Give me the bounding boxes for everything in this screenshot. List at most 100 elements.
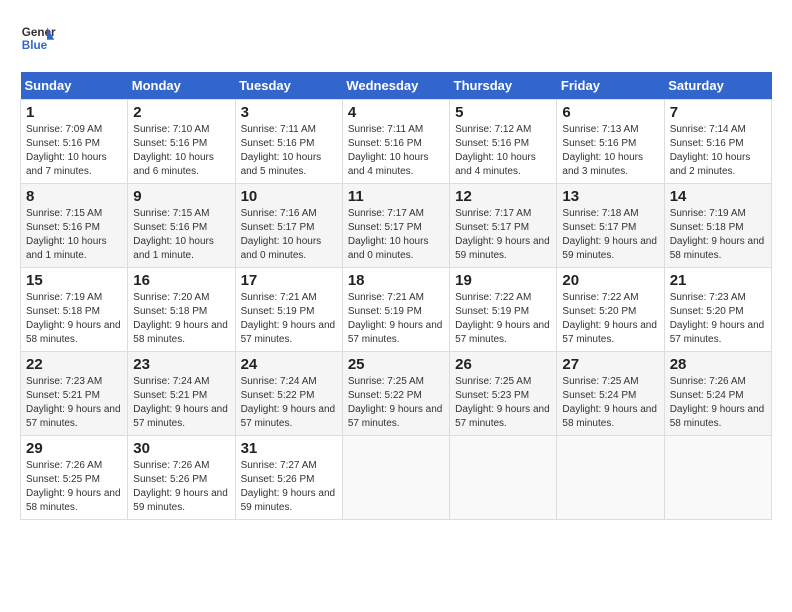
day-details: Sunrise: 7:14 AMSunset: 5:16 PMDaylight:… [670,123,766,179]
calendar-row: 15Sunrise: 7:19 AMSunset: 5:18 PMDayligh… [21,268,772,352]
day-details: Sunrise: 7:22 AMSunset: 5:20 PMDaylight:… [562,291,658,347]
day-cell-10: 10 Sunrise: 7:16 AMSunset: 5:17 PMDayligh… [235,184,342,268]
day-cell-28: 28 Sunrise: 7:26 AMSunset: 5:24 PMDayligh… [664,352,771,436]
day-details: Sunrise: 7:19 AMSunset: 5:18 PMDaylight:… [670,207,766,263]
svg-text:Blue: Blue [22,39,48,52]
day-number: 7 [670,104,766,121]
weekday-header-sunday: Sunday [21,72,128,100]
day-cell-5: 5 Sunrise: 7:12 AMSunset: 5:16 PMDaylight… [450,100,557,184]
day-cell-27: 27 Sunrise: 7:25 AMSunset: 5:24 PMDayligh… [557,352,664,436]
day-cell-20: 20 Sunrise: 7:22 AMSunset: 5:20 PMDayligh… [557,268,664,352]
day-number: 11 [348,188,444,205]
empty-cell [557,436,664,520]
day-cell-3: 3Sunrise: 7:11 AMSunset: 5:16 PMDaylight… [235,100,342,184]
day-details: Sunrise: 7:10 AMSunset: 5:16 PMDaylight:… [133,123,229,179]
day-cell-13: 13 Sunrise: 7:18 AMSunset: 5:17 PMDayligh… [557,184,664,268]
day-details: Sunrise: 7:16 AMSunset: 5:17 PMDaylight:… [241,207,337,263]
weekday-header-wednesday: Wednesday [342,72,449,100]
day-details: Sunrise: 7:15 AMSunset: 5:16 PMDaylight:… [133,207,229,263]
day-cell-22: 22Sunrise: 7:23 AMSunset: 5:21 PMDayligh… [21,352,128,436]
day-cell-9: 9 Sunrise: 7:15 AMSunset: 5:16 PMDaylight… [128,184,235,268]
day-cell-31: 31 Sunrise: 7:27 AMSunset: 5:26 PMDayligh… [235,436,342,520]
weekday-header-row: SundayMondayTuesdayWednesdayThursdayFrid… [21,72,772,100]
weekday-header-tuesday: Tuesday [235,72,342,100]
day-number: 2 [133,104,229,121]
day-number: 30 [133,440,229,457]
day-number: 8 [26,188,122,205]
day-details: Sunrise: 7:23 AMSunset: 5:20 PMDaylight:… [670,291,766,347]
day-cell-15: 15Sunrise: 7:19 AMSunset: 5:18 PMDayligh… [21,268,128,352]
day-number: 26 [455,356,551,373]
day-number: 6 [562,104,658,121]
day-details: Sunrise: 7:20 AMSunset: 5:18 PMDaylight:… [133,291,229,347]
day-details: Sunrise: 7:25 AMSunset: 5:22 PMDaylight:… [348,375,444,431]
day-details: Sunrise: 7:11 AMSunset: 5:16 PMDaylight:… [348,123,444,179]
day-cell-2: 2 Sunrise: 7:10 AMSunset: 5:16 PMDaylight… [128,100,235,184]
day-cell-4: 4 Sunrise: 7:11 AMSunset: 5:16 PMDaylight… [342,100,449,184]
day-number: 27 [562,356,658,373]
day-details: Sunrise: 7:21 AMSunset: 5:19 PMDaylight:… [348,291,444,347]
day-cell-7: 7 Sunrise: 7:14 AMSunset: 5:16 PMDaylight… [664,100,771,184]
day-cell-29: 29 Sunrise: 7:26 AMSunset: 5:25 PMDayligh… [21,436,128,520]
day-details: Sunrise: 7:27 AMSunset: 5:26 PMDaylight:… [241,459,337,515]
day-number: 4 [348,104,444,121]
day-number: 25 [348,356,444,373]
day-number: 14 [670,188,766,205]
day-number: 17 [241,272,337,289]
day-details: Sunrise: 7:19 AMSunset: 5:18 PMDaylight:… [26,291,122,347]
weekday-header-monday: Monday [128,72,235,100]
weekday-header-saturday: Saturday [664,72,771,100]
day-number: 21 [670,272,766,289]
day-number: 18 [348,272,444,289]
day-cell-30: 30Sunrise: 7:26 AMSunset: 5:26 PMDayligh… [128,436,235,520]
day-details: Sunrise: 7:15 AMSunset: 5:16 PMDaylight:… [26,207,122,263]
day-number: 28 [670,356,766,373]
day-details: Sunrise: 7:12 AMSunset: 5:16 PMDaylight:… [455,123,551,179]
day-number: 19 [455,272,551,289]
empty-cell [450,436,557,520]
day-cell-24: 24 Sunrise: 7:24 AMSunset: 5:22 PMDayligh… [235,352,342,436]
calendar-row: 22Sunrise: 7:23 AMSunset: 5:21 PMDayligh… [21,352,772,436]
day-number: 10 [241,188,337,205]
empty-cell [342,436,449,520]
day-cell-21: 21 Sunrise: 7:23 AMSunset: 5:20 PMDayligh… [664,268,771,352]
day-number: 9 [133,188,229,205]
empty-cell [664,436,771,520]
day-cell-12: 12 Sunrise: 7:17 AMSunset: 5:17 PMDayligh… [450,184,557,268]
day-number: 31 [241,440,337,457]
day-details: Sunrise: 7:17 AMSunset: 5:17 PMDaylight:… [455,207,551,263]
day-number: 24 [241,356,337,373]
day-cell-25: 25 Sunrise: 7:25 AMSunset: 5:22 PMDayligh… [342,352,449,436]
day-details: Sunrise: 7:24 AMSunset: 5:21 PMDaylight:… [133,375,229,431]
logo: General Blue [20,20,56,56]
day-number: 29 [26,440,122,457]
day-details: Sunrise: 7:23 AMSunset: 5:21 PMDaylight:… [26,375,122,431]
calendar-row: 29 Sunrise: 7:26 AMSunset: 5:25 PMDayligh… [21,436,772,520]
day-cell-17: 17 Sunrise: 7:21 AMSunset: 5:19 PMDayligh… [235,268,342,352]
day-cell-19: 19Sunrise: 7:22 AMSunset: 5:19 PMDayligh… [450,268,557,352]
day-cell-1: 1Sunrise: 7:09 AMSunset: 5:16 PMDaylight… [21,100,128,184]
weekday-header-friday: Friday [557,72,664,100]
day-number: 13 [562,188,658,205]
day-number: 12 [455,188,551,205]
day-details: Sunrise: 7:25 AMSunset: 5:24 PMDaylight:… [562,375,658,431]
day-cell-18: 18 Sunrise: 7:21 AMSunset: 5:19 PMDayligh… [342,268,449,352]
day-details: Sunrise: 7:21 AMSunset: 5:19 PMDaylight:… [241,291,337,347]
day-number: 20 [562,272,658,289]
day-details: Sunrise: 7:18 AMSunset: 5:17 PMDaylight:… [562,207,658,263]
day-cell-16: 16Sunrise: 7:20 AMSunset: 5:18 PMDayligh… [128,268,235,352]
page-header: General Blue [20,20,772,56]
day-cell-6: 6 Sunrise: 7:13 AMSunset: 5:16 PMDaylight… [557,100,664,184]
day-details: Sunrise: 7:13 AMSunset: 5:16 PMDaylight:… [562,123,658,179]
day-number: 3 [241,104,337,121]
day-details: Sunrise: 7:24 AMSunset: 5:22 PMDaylight:… [241,375,337,431]
logo-icon: General Blue [20,20,56,56]
calendar-table: SundayMondayTuesdayWednesdayThursdayFrid… [20,72,772,520]
day-details: Sunrise: 7:26 AMSunset: 5:24 PMDaylight:… [670,375,766,431]
day-details: Sunrise: 7:25 AMSunset: 5:23 PMDaylight:… [455,375,551,431]
weekday-header-thursday: Thursday [450,72,557,100]
day-number: 5 [455,104,551,121]
day-details: Sunrise: 7:09 AMSunset: 5:16 PMDaylight:… [26,123,122,179]
day-details: Sunrise: 7:26 AMSunset: 5:25 PMDaylight:… [26,459,122,515]
day-cell-26: 26 Sunrise: 7:25 AMSunset: 5:23 PMDayligh… [450,352,557,436]
